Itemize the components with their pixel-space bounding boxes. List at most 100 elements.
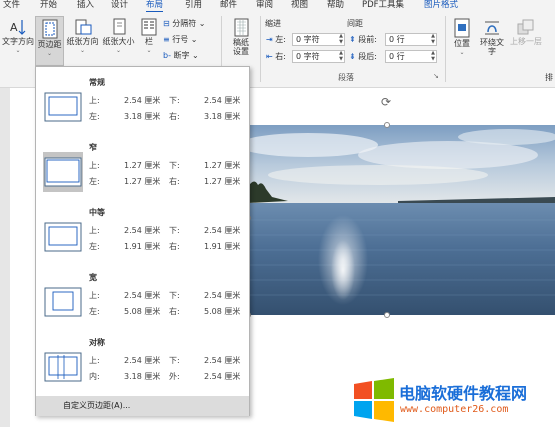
- rotate-handle-icon[interactable]: ⟳: [381, 95, 391, 109]
- margin-label: 左:: [89, 307, 100, 316]
- tab-mailings[interactable]: 邮件: [220, 0, 237, 11]
- margin-label: 上:: [89, 161, 100, 170]
- margin-label: 下:: [169, 96, 180, 105]
- margin-option[interactable]: 对称 上: 2.54 厘米 下: 2.54 厘米 内: 3.18 厘米 外: 2.54 厘米: [36, 333, 249, 401]
- margin-option[interactable]: 常规 上: 2.54 厘米 下: 2.54 厘米 左: 3.18 厘米 右: 3.18 厘米: [36, 73, 249, 141]
- wrap-text-button[interactable]: 环绕文字: [477, 18, 507, 66]
- margin-preview-icon: [43, 217, 83, 257]
- watermark-url: www.computer26.com: [400, 404, 509, 415]
- bring-forward-button[interactable]: 上移一层: [508, 18, 544, 60]
- margin-label: 下:: [169, 356, 180, 365]
- columns-icon: [141, 18, 157, 36]
- space-before-input[interactable]: 0 行 ▲ ▼: [385, 33, 437, 46]
- orientation-button[interactable]: 纸张方向 ⌄: [65, 18, 100, 60]
- margin-value: 5.08 厘米: [204, 307, 241, 316]
- margin-value: 1.27 厘米: [204, 161, 241, 170]
- windows-logo-icon: [354, 378, 394, 422]
- margin-value: 3.18 厘米: [124, 112, 161, 121]
- space-after-label: ⇟ 段后:: [349, 51, 377, 62]
- margin-value: 1.91 厘米: [204, 242, 241, 251]
- bring-forward-icon: [517, 19, 534, 35]
- margin-label: 上:: [89, 291, 100, 300]
- tab-view[interactable]: 视图: [291, 0, 308, 11]
- manuscript-paper-icon: [234, 18, 249, 37]
- indent-right-input[interactable]: 0 字符 ▲ ▼: [292, 50, 345, 63]
- margin-label: 左:: [89, 242, 100, 251]
- spinner-arrows-icon[interactable]: ▲ ▼: [431, 50, 435, 62]
- position-button[interactable]: 位置 ⌄: [449, 18, 475, 64]
- tab-design[interactable]: 设计: [111, 0, 128, 11]
- margins-button[interactable]: 页边距 ⌄: [35, 16, 64, 66]
- margin-value: 2.54 厘米: [204, 291, 241, 300]
- watermark: 电脑软硬件教程网 www.computer26.com: [352, 370, 555, 427]
- margin-option-name: 窄: [89, 143, 97, 152]
- hyphenation-label: 断字: [173, 51, 190, 60]
- margin-label: 右:: [169, 307, 180, 316]
- space-before-label: ⇞ 段前:: [349, 34, 377, 45]
- tab-references[interactable]: 引用: [185, 0, 202, 11]
- margin-option[interactable]: 窄上: 1.27 厘米 下: 1.27 厘米 左: 1.27 厘米 右: 1.27 厘米: [36, 138, 249, 206]
- paper-setup-label: 稿纸设置: [233, 38, 249, 56]
- margin-value: 3.18 厘米: [204, 112, 241, 121]
- columns-label: 栏: [145, 37, 153, 46]
- margins-icon: [42, 19, 57, 39]
- margin-option[interactable]: 宽上: 2.54 厘米 下: 2.54 厘米 左: 5.08 厘米 右: 5.08 厘米: [36, 268, 249, 336]
- tab-insert[interactable]: 插入: [77, 0, 94, 11]
- line-numbers-label: 行号: [172, 35, 189, 44]
- space-after-value: 0 行: [389, 52, 405, 61]
- margin-value: 1.27 厘米: [124, 161, 161, 170]
- margin-option-name: 中等: [89, 208, 105, 217]
- text-direction-icon: A: [10, 20, 26, 35]
- tab-pdf-tools[interactable]: PDF工具集: [362, 0, 404, 11]
- spinner-arrows-icon[interactable]: ▲ ▼: [431, 33, 435, 45]
- lake-photo[interactable]: [248, 125, 555, 315]
- margin-value: 2.54 厘米: [204, 96, 241, 105]
- margin-label: 内:: [89, 372, 100, 381]
- space-after-input[interactable]: 0 行 ▲ ▼: [385, 50, 437, 63]
- indent-right-label: ⇤ 右:: [266, 51, 286, 62]
- paper-size-button[interactable]: 纸张大小 ⌄: [101, 18, 136, 60]
- tab-home[interactable]: 开始: [40, 0, 57, 11]
- position-icon: [454, 18, 470, 38]
- margin-value: 2.54 厘米: [124, 291, 161, 300]
- text-direction-button[interactable]: A 文字方向 ⌄: [1, 18, 35, 60]
- line-numbers-button[interactable]: ≡ 行号 ⌄: [163, 34, 198, 45]
- margin-option[interactable]: 中等 上: 2.54 厘米 下: 2.54 厘米 左: 1.91 厘米 右: 1.91 厘米: [36, 203, 249, 271]
- margins-label: 页边距: [37, 40, 62, 49]
- margin-preview-icon: [43, 87, 83, 127]
- indent-left-value: 0 字符: [296, 35, 320, 44]
- margin-label: 上:: [89, 356, 100, 365]
- columns-button[interactable]: 栏 ⌄: [138, 18, 160, 60]
- svg-text:A: A: [10, 21, 18, 34]
- spacing-title: 间距: [347, 19, 363, 28]
- resize-handle-top[interactable]: [384, 122, 390, 128]
- spinner-arrows-icon[interactable]: ▲ ▼: [339, 50, 343, 62]
- breaks-icon: ⊟: [163, 19, 170, 28]
- orientation-label: 纸张方向: [66, 37, 99, 46]
- margin-option-name: 对称: [89, 338, 105, 347]
- tab-help[interactable]: 帮助: [327, 0, 344, 11]
- paragraph-dialog-launcher-icon[interactable]: ↘: [433, 72, 439, 80]
- tab-picture-format[interactable]: 图片格式: [424, 0, 458, 11]
- margin-label: 外:: [169, 372, 180, 381]
- position-label: 位置: [454, 39, 470, 48]
- resize-handle-bottom[interactable]: [384, 312, 390, 318]
- hyphenation-button[interactable]: b‑ 断字 ⌄: [163, 50, 199, 61]
- margin-preview-icon: [43, 347, 83, 387]
- custom-margins-button[interactable]: 自定义页边距(A)...: [36, 396, 249, 416]
- margin-label: 左:: [89, 112, 100, 121]
- indent-left-input[interactable]: 0 字符 ▲ ▼: [292, 33, 345, 46]
- tab-file[interactable]: 文件: [3, 0, 20, 11]
- bring-forward-label: 上移一层: [510, 37, 542, 46]
- margin-preview-icon: [43, 152, 83, 192]
- paper-setup-button[interactable]: 稿纸设置: [226, 18, 256, 64]
- lake-image: [248, 125, 555, 315]
- indent-left-icon: ⇥: [266, 35, 273, 44]
- tab-review[interactable]: 审阅: [256, 0, 273, 11]
- margins-dropdown: 常规 上: 2.54 厘米 下: 2.54 厘米 左: 3.18 厘米 右: 3.18 厘米窄上…: [35, 66, 250, 416]
- margin-label: 上:: [89, 226, 100, 235]
- spinner-arrows-icon[interactable]: ▲ ▼: [339, 33, 343, 45]
- breaks-button[interactable]: ⊟ 分隔符 ⌄: [163, 18, 206, 29]
- margin-value: 1.27 厘米: [204, 177, 241, 186]
- margin-preview-icon: [43, 282, 83, 322]
